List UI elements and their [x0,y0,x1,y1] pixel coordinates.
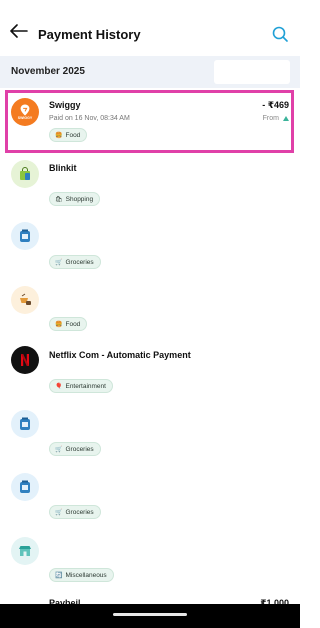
bag-glyph-icon [20,167,30,180]
page-title: Payment History [38,27,141,42]
transaction-row-groceries[interactable]: 🛒 Groceries [0,470,300,524]
jar-glyph-icon [20,417,30,430]
from-label: From [262,115,279,122]
from-account: From [263,115,289,122]
system-navigation-bar [0,604,300,628]
category-label: Entertainment [65,382,106,390]
month-label: November 2025 [11,66,85,77]
amount: - ₹469 [262,100,289,110]
grocery-jar-icon [11,222,39,250]
category-label: Groceries [65,258,94,266]
category-label: Food [65,320,81,328]
category-tag[interactable]: 🍔 Food [49,317,88,331]
transaction-row-blinkit[interactable]: Blinkit 🛍 Shopping [0,156,300,212]
netflix-logo-icon [11,346,39,374]
category-label: Groceries [65,508,94,516]
swiggy-logo-icon: SWIGGY [11,98,39,126]
category-tag[interactable]: 🛒 Groceries [49,505,101,519]
transaction-row-netflix[interactable]: Netflix Com - Automatic Payment 🎈 Entert… [0,344,300,396]
app-header: Payment History [0,0,300,56]
category-label: Groceries [65,445,94,453]
month-filter-pill[interactable] [214,60,290,84]
refresh-icon: 🔄 [55,572,63,579]
category-tag[interactable]: 🎈 Entertainment [49,379,113,393]
shopping-bag-icon: 🛍 [55,196,63,203]
grocery-jar-icon [11,473,39,501]
transaction-row-swiggy[interactable]: SWIGGY Swiggy Paid on 16 Nov, 08:34 AM -… [0,92,300,152]
category-tag[interactable]: 🔄 Miscellaneous [49,568,114,582]
category-tag[interactable]: 🍔 Food [49,128,88,142]
arrow-left-icon[interactable] [10,24,28,38]
netflix-n-icon [21,354,29,366]
shopping-bag-icon [11,160,39,188]
storefront-glyph-icon [19,546,31,556]
merchant-name: Netflix Com - Automatic Payment [49,350,191,360]
bowl-glyph-icon [20,293,31,305]
food-icon: 🍔 [55,132,63,139]
food-bowl-icon [11,286,39,314]
home-gesture-handle[interactable] [113,613,187,616]
jar-glyph-icon [20,480,30,493]
grocery-jar-icon [11,410,39,438]
cart-icon: 🛒 [55,446,63,453]
payment-date: Paid on 16 Nov, 08:34 AM [49,115,130,122]
category-label: Food [65,131,81,139]
transaction-row-groceries[interactable]: 🛒 Groceries [0,218,300,272]
swiggy-logo-label: SWIGGY [17,116,33,120]
merchant-name: Blinkit [49,163,77,173]
transaction-row-miscellaneous[interactable]: 🔄 Miscellaneous [0,532,300,586]
category-label: Shopping [65,195,94,203]
search-icon[interactable] [272,26,288,42]
jar-glyph-icon [20,229,30,242]
store-icon [11,537,39,565]
cart-icon: 🛒 [55,259,63,266]
cart-icon: 🛒 [55,509,63,516]
merchant-name: Swiggy [49,100,81,110]
category-tag[interactable]: 🛒 Groceries [49,442,101,456]
transaction-row-groceries[interactable]: 🛒 Groceries [0,406,300,460]
food-icon: 🍔 [55,321,63,328]
category-tag[interactable]: 🛒 Groceries [49,255,101,269]
category-tag[interactable]: 🛍 Shopping [49,192,101,206]
swiggy-pin-icon [20,104,30,116]
transaction-row-food[interactable]: 🍔 Food [0,282,300,334]
category-label: Miscellaneous [65,571,107,579]
balloon-icon: 🎈 [55,383,63,390]
bank-logo-icon [283,116,289,121]
